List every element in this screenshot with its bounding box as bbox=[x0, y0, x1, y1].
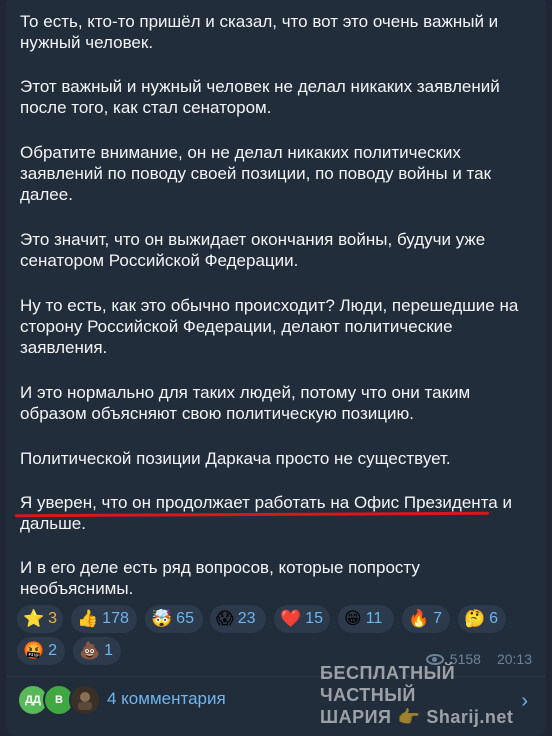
watermark-line2b: Sharij.net bbox=[426, 707, 514, 727]
star-icon: ⭐ bbox=[23, 609, 45, 628]
reaction-count: 11 bbox=[365, 610, 383, 627]
reaction-fire[interactable]: 🔥 7 bbox=[402, 605, 450, 633]
reaction-screaming-face[interactable]: 😱 23 bbox=[210, 605, 266, 633]
watermark: БЕСПЛАТНЫЙ ЧАСТНЫЙ ШАРИЯ 👉 Sharij.net bbox=[320, 662, 546, 728]
paragraph: Этот важный и нужный человек не делал ни… bbox=[20, 77, 500, 117]
reaction-count: 7 bbox=[433, 610, 443, 627]
reaction-grinning-face[interactable]: 😁 11 bbox=[338, 605, 394, 633]
thinking-face-icon: 🤔 bbox=[464, 609, 486, 628]
reaction-count: 178 bbox=[102, 610, 129, 627]
watermark-line1: БЕСПЛАТНЫЙ ЧАСТНЫЙ bbox=[320, 663, 456, 705]
poop-icon: 💩 bbox=[79, 641, 101, 660]
screaming-face-icon: 😱 bbox=[216, 609, 234, 628]
reaction-count: 65 bbox=[176, 610, 194, 627]
paragraph: Политической позиции Даркача просто не с… bbox=[20, 449, 451, 468]
paragraph: И в его деле есть ряд вопросов, которые … bbox=[20, 558, 420, 598]
angry-face-icon: 🤬 bbox=[23, 641, 45, 660]
reaction-thumbs-up[interactable]: 👍 178 bbox=[71, 605, 137, 633]
avatar bbox=[69, 684, 101, 716]
paragraph: Обратите внимание, он не делал никаких п… bbox=[20, 143, 492, 204]
watermark-line2a: ШАРИЯ bbox=[320, 707, 392, 727]
reaction-count: 3 bbox=[48, 610, 58, 627]
grinning-face-icon: 😁 bbox=[344, 609, 362, 628]
paragraph: И это нормально для таких людей, потому … bbox=[20, 383, 471, 423]
reaction-angry-face[interactable]: 🤬 2 bbox=[17, 637, 65, 665]
reaction-count: 15 bbox=[305, 610, 323, 627]
paragraph: Ну то есть, как это обычно происходит? Л… bbox=[20, 296, 519, 357]
exploding-head-icon: 🤯 bbox=[151, 609, 173, 628]
fire-icon: 🔥 bbox=[408, 609, 430, 628]
reaction-star[interactable]: ⭐ 3 bbox=[17, 605, 63, 633]
reaction-heart[interactable]: ❤️ 15 bbox=[274, 605, 330, 633]
reaction-poop[interactable]: 💩 1 bbox=[73, 637, 121, 665]
reaction-count: 1 bbox=[104, 642, 114, 659]
paragraph: Это значит, что он выжидает окончания во… bbox=[20, 230, 486, 270]
reaction-exploding-head[interactable]: 🤯 65 bbox=[145, 605, 203, 633]
reaction-thinking-face[interactable]: 🤔 6 bbox=[458, 605, 506, 633]
avatar-image-icon bbox=[78, 692, 92, 710]
reaction-count: 23 bbox=[237, 610, 256, 627]
pointing-hand-icon: 👉 bbox=[397, 707, 421, 727]
reaction-count: 6 bbox=[489, 610, 499, 627]
reaction-count: 2 bbox=[48, 642, 58, 659]
thumbs-up-icon: 👍 bbox=[77, 609, 99, 628]
comments-link[interactable]: 4 комментария bbox=[107, 689, 226, 709]
paragraph: То есть, кто-то пришёл и сказал, что вот… bbox=[20, 12, 499, 52]
heart-icon: ❤️ bbox=[280, 609, 302, 628]
